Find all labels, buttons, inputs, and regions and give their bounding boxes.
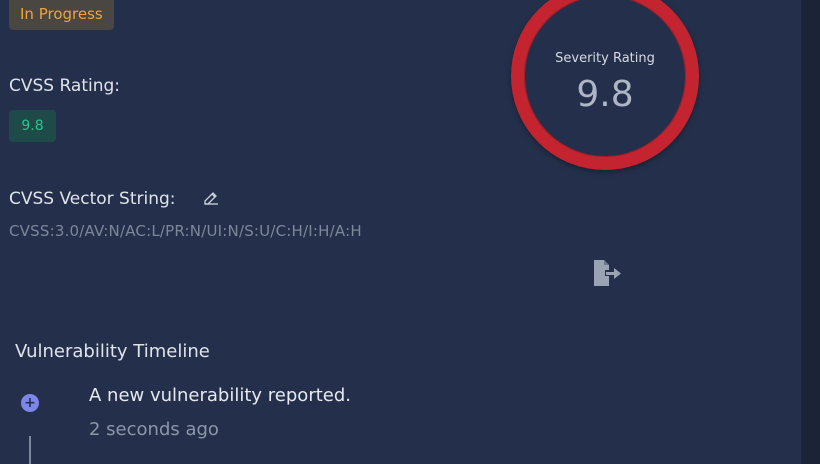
timeline-connector: [29, 436, 31, 464]
cvss-score-badge: 9.8: [9, 110, 56, 142]
plus-circle-icon: +: [21, 394, 39, 412]
cvss-vector-string: CVSS:3.0/AV:N/AC:L/PR:N/UI:N/S:U/C:H/I:H…: [9, 222, 362, 240]
timeline-heading: Vulnerability Timeline: [15, 341, 210, 362]
severity-gauge: Severity Rating 9.8: [511, 0, 699, 170]
status-badge: In Progress: [9, 0, 114, 30]
timeline-event-time: 2 seconds ago: [89, 419, 219, 440]
cvss-vector-label: CVSS Vector String:: [9, 189, 176, 209]
edit-icon[interactable]: [203, 190, 219, 206]
right-panel-edge: [801, 0, 820, 464]
cvss-rating-label: CVSS Rating:: [9, 76, 121, 96]
severity-gauge-value: 9.8: [576, 74, 634, 115]
severity-gauge-title: Severity Rating: [555, 51, 655, 66]
export-icon[interactable]: [592, 259, 624, 287]
timeline-event-title: A new vulnerability reported.: [89, 385, 351, 406]
